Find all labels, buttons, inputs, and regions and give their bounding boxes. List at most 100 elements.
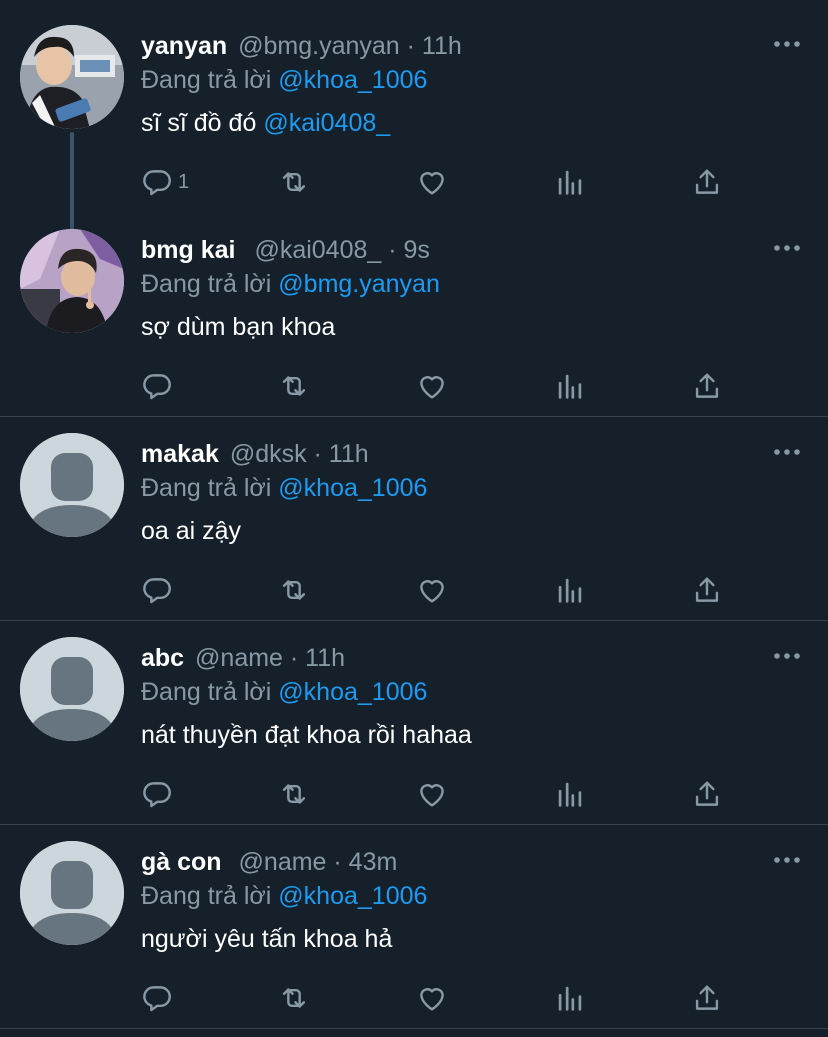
more-icon xyxy=(774,857,800,863)
like-button[interactable] xyxy=(415,164,449,200)
handle-and-time: @name · 11h xyxy=(195,644,346,672)
tweet-text-content: nát thuyền đạt khoa rồi hahaa xyxy=(141,721,472,749)
views-button[interactable] xyxy=(553,368,587,404)
reply-icon xyxy=(143,782,171,808)
more-options-button[interactable] xyxy=(772,438,802,466)
display-name[interactable]: abc xyxy=(141,644,184,672)
replying-to-mention[interactable]: @khoa_1006 xyxy=(278,66,427,94)
display-name[interactable]: gà con xyxy=(141,848,222,876)
share-button[interactable] xyxy=(690,980,724,1016)
avatar[interactable] xyxy=(20,25,124,129)
reply-icon xyxy=(143,578,171,604)
more-icon xyxy=(774,449,800,455)
tweet-actions xyxy=(140,980,730,1016)
tweet[interactable]: abc @name · 11h Đang trả lời @khoa_1006 … xyxy=(0,612,828,825)
tweet[interactable]: yanyan @bmg.yanyan · 11h Đang trả lời @k… xyxy=(0,0,828,232)
retweet-icon xyxy=(282,784,306,804)
reply-button[interactable]: 1 xyxy=(140,164,189,200)
default-avatar-icon xyxy=(20,433,124,537)
reply-button[interactable] xyxy=(140,980,178,1016)
analytics-icon xyxy=(558,986,582,1011)
replying-to-label: Đang trả lời xyxy=(141,270,272,298)
analytics-icon xyxy=(558,578,582,603)
replying-to-mention[interactable]: @khoa_1006 xyxy=(278,882,427,910)
tweet[interactable]: gà con @name · 43m Đang trả lời @khoa_10… xyxy=(0,816,828,1029)
replying-to: Đang trả lời @khoa_1006 xyxy=(141,880,427,912)
heart-icon xyxy=(420,580,444,603)
replying-to-mention[interactable]: @bmg.yanyan xyxy=(278,270,440,298)
tweet[interactable]: bmg kai @kai0408_ · 9s Đang trả lời @bmg… xyxy=(0,204,828,417)
reply-button[interactable] xyxy=(140,368,178,404)
replying-to-mention[interactable]: @khoa_1006 xyxy=(278,474,427,502)
retweet-button[interactable] xyxy=(277,164,311,200)
retweet-icon xyxy=(282,172,306,192)
reply-button[interactable] xyxy=(140,572,178,608)
retweet-button[interactable] xyxy=(277,368,311,404)
tweet-actions xyxy=(140,368,730,404)
share-icon xyxy=(695,373,719,398)
tweet-text: sợ dùm bạn khoa xyxy=(141,311,335,343)
reply-icon xyxy=(143,374,171,400)
replying-to: Đang trả lời @khoa_1006 xyxy=(141,64,427,96)
display-name[interactable]: bmg kai xyxy=(141,236,235,264)
views-button[interactable] xyxy=(553,776,587,812)
retweet-icon xyxy=(282,580,306,600)
share-icon xyxy=(695,577,719,602)
retweet-button[interactable] xyxy=(277,980,311,1016)
tweet-text: người yêu tấn khoa hả xyxy=(141,923,392,955)
retweet-icon xyxy=(282,376,306,396)
heart-icon xyxy=(420,784,444,807)
like-button[interactable] xyxy=(415,572,449,608)
avatar[interactable] xyxy=(20,229,124,333)
reply-count: 1 xyxy=(178,170,190,193)
tweet-text-content: sợ dùm bạn khoa xyxy=(141,313,336,341)
avatar[interactable] xyxy=(20,433,124,537)
share-button[interactable] xyxy=(690,164,724,200)
tweet-text: nát thuyền đạt khoa rồi hahaa xyxy=(141,719,472,751)
retweet-button[interactable] xyxy=(277,572,311,608)
replying-to: Đang trả lời @bmg.yanyan xyxy=(141,268,440,300)
like-button[interactable] xyxy=(415,368,449,404)
more-icon xyxy=(774,245,800,251)
heart-icon xyxy=(420,988,444,1011)
display-name[interactable]: yanyan xyxy=(141,32,227,60)
avatar[interactable] xyxy=(20,841,124,945)
heart-icon xyxy=(420,376,444,399)
tweet[interactable]: makak @dksk · 11h Đang trả lời @khoa_100… xyxy=(0,408,828,621)
tweet-header: gà con @name · 43m xyxy=(141,846,397,878)
reply-icon xyxy=(143,986,171,1012)
reply-button[interactable] xyxy=(140,776,178,812)
tweet-text-content: người yêu tấn khoa hả xyxy=(141,925,393,953)
replying-to-mention[interactable]: @khoa_1006 xyxy=(278,678,427,706)
views-button[interactable] xyxy=(553,164,587,200)
replying-to: Đang trả lời @khoa_1006 xyxy=(141,676,427,708)
tweet-header: bmg kai @kai0408_ · 9s xyxy=(141,234,430,266)
replying-to-label: Đang trả lời xyxy=(141,66,272,94)
more-options-button[interactable] xyxy=(772,642,802,670)
like-button[interactable] xyxy=(415,980,449,1016)
retweet-button[interactable] xyxy=(277,776,311,812)
divider xyxy=(0,1028,828,1029)
share-button[interactable] xyxy=(690,572,724,608)
reply-timeline: yanyan @bmg.yanyan · 11h Đang trả lời @k… xyxy=(0,0,828,1037)
display-name[interactable]: makak xyxy=(141,440,219,468)
like-button[interactable] xyxy=(415,776,449,812)
share-button[interactable] xyxy=(690,368,724,404)
share-button[interactable] xyxy=(690,776,724,812)
tweet-text: oa ai zậy xyxy=(141,515,241,547)
views-button[interactable] xyxy=(553,572,587,608)
more-icon xyxy=(774,41,800,47)
more-options-button[interactable] xyxy=(772,30,802,58)
views-button[interactable] xyxy=(553,980,587,1016)
handle-and-time: @kai0408_ · 9s xyxy=(254,236,430,264)
more-options-button[interactable] xyxy=(772,846,802,874)
avatar[interactable] xyxy=(20,637,124,741)
share-icon xyxy=(695,781,719,806)
more-options-button[interactable] xyxy=(772,234,802,262)
tweet-mention[interactable]: @kai0408_ xyxy=(263,109,390,137)
tweet-header: makak @dksk · 11h xyxy=(141,438,369,470)
default-avatar-icon xyxy=(20,841,124,945)
user-photo-avatar xyxy=(20,25,124,129)
replying-to-label: Đang trả lời xyxy=(141,882,272,910)
handle-and-time: @bmg.yanyan · 11h xyxy=(238,32,462,60)
